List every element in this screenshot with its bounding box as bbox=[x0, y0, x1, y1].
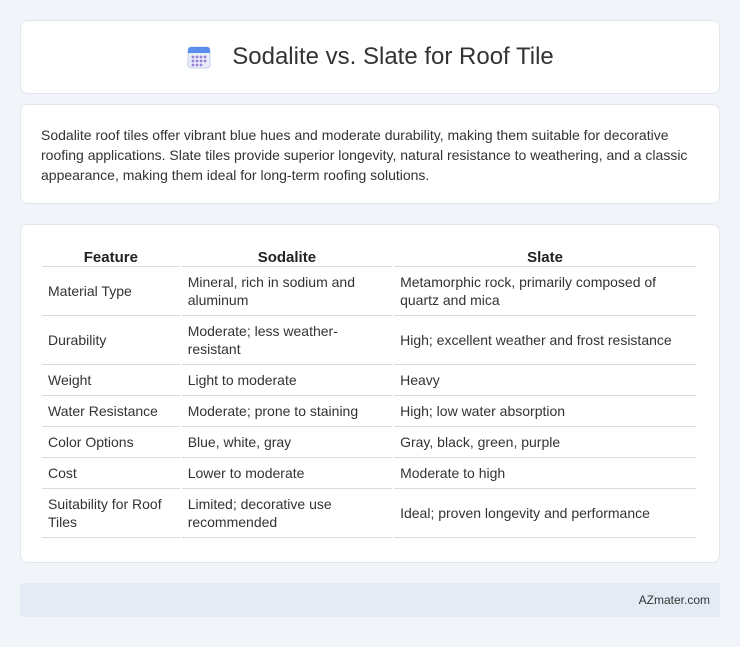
table-cell: Moderate to high bbox=[394, 458, 696, 489]
footer-brand: AZmater.com bbox=[638, 593, 710, 607]
table-header-row: Feature Sodalite Slate bbox=[42, 245, 696, 267]
table-cell: Limited; decorative use recommended bbox=[181, 489, 393, 538]
table-cell: High; excellent weather and frost resist… bbox=[394, 316, 696, 365]
table-cell: Durability bbox=[42, 316, 180, 365]
table-row: Weight Light to moderate Heavy bbox=[42, 365, 696, 396]
column-header-slate: Slate bbox=[394, 245, 696, 267]
title-card: Sodalite vs. Slate for Roof Tile bbox=[20, 20, 720, 94]
table-row: Cost Lower to moderate Moderate to high bbox=[42, 458, 696, 489]
table-row: Color Options Blue, white, gray Gray, bl… bbox=[42, 427, 696, 458]
summary-card: Sodalite roof tiles offer vibrant blue h… bbox=[20, 104, 720, 204]
table-cell: Suitability for Roof Tiles bbox=[42, 489, 180, 538]
table-cell: Moderate; less weather-resistant bbox=[181, 316, 393, 365]
table-row: Durability Moderate; less weather-resist… bbox=[42, 316, 696, 365]
table-cell: Ideal; proven longevity and performance bbox=[394, 489, 696, 538]
footer: AZmater.com bbox=[20, 583, 720, 617]
table-cell: Mineral, rich in sodium and aluminum bbox=[181, 267, 393, 316]
calendar-icon bbox=[186, 44, 212, 70]
table-cell: Material Type bbox=[42, 267, 180, 316]
table-cell: Gray, black, green, purple bbox=[394, 427, 696, 458]
table-cell: Moderate; prone to staining bbox=[181, 396, 393, 427]
table-cell: Lower to moderate bbox=[181, 458, 393, 489]
table-cell: Light to moderate bbox=[181, 365, 393, 396]
table-cell: Heavy bbox=[394, 365, 696, 396]
column-header-sodalite: Sodalite bbox=[181, 245, 393, 267]
column-header-feature: Feature bbox=[42, 245, 180, 267]
table-cell: Blue, white, gray bbox=[181, 427, 393, 458]
table-cell: High; low water absorption bbox=[394, 396, 696, 427]
table-row: Suitability for Roof Tiles Limited; deco… bbox=[42, 489, 696, 538]
table-cell: Weight bbox=[42, 365, 180, 396]
table-cell: Water Resistance bbox=[42, 396, 180, 427]
table-cell: Metamorphic rock, primarily composed of … bbox=[394, 267, 696, 316]
comparison-table-card: Feature Sodalite Slate Material Type Min… bbox=[20, 224, 720, 563]
table-cell: Cost bbox=[42, 458, 180, 489]
table-cell: Color Options bbox=[42, 427, 180, 458]
summary-text: Sodalite roof tiles offer vibrant blue h… bbox=[41, 127, 688, 183]
table-row: Material Type Mineral, rich in sodium an… bbox=[42, 267, 696, 316]
comparison-table: Feature Sodalite Slate Material Type Min… bbox=[40, 245, 698, 538]
table-row: Water Resistance Moderate; prone to stai… bbox=[42, 396, 696, 427]
page-title: Sodalite vs. Slate for Roof Tile bbox=[232, 43, 554, 70]
